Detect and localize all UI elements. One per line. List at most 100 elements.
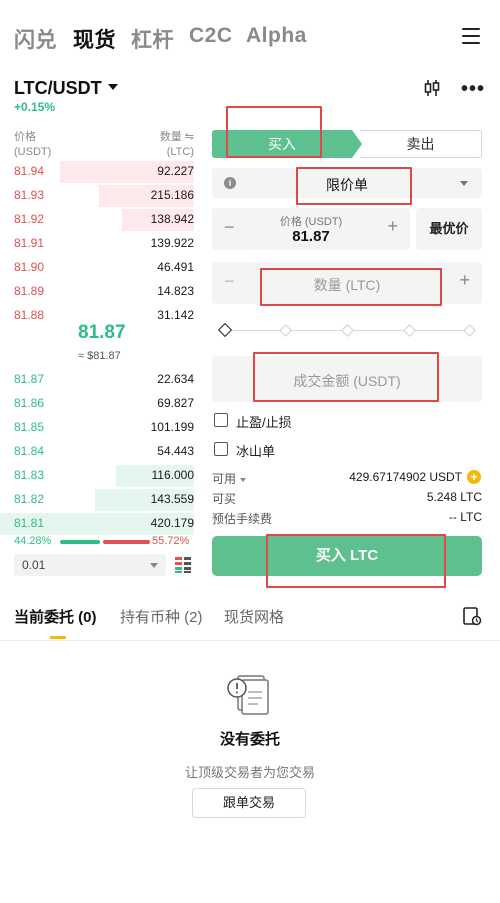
bid-price: 81.83 bbox=[14, 468, 45, 482]
mid-price: 81.87 bbox=[78, 322, 126, 343]
tab-spot[interactable]: 现货 bbox=[73, 24, 116, 54]
bid-qty: 143.559 bbox=[150, 492, 194, 506]
ask-qty: 138.942 bbox=[150, 212, 194, 226]
sell-ratio-bar bbox=[103, 540, 150, 544]
slider-mark-50[interactable] bbox=[341, 324, 354, 337]
top-nav: 闪兑 现货 杠杆 C2C Alpha bbox=[0, 0, 500, 72]
bid-qty: 101.199 bbox=[150, 420, 194, 434]
ask-price: 81.92 bbox=[14, 212, 45, 226]
bid-row[interactable]: 81.86 69.827 bbox=[0, 392, 200, 416]
tab-convert[interactable]: 闪兑 bbox=[14, 24, 57, 54]
mid-price-usd: ≈ $81.87 bbox=[78, 350, 121, 362]
bid-row[interactable]: 81.81 420.179 bbox=[0, 512, 200, 536]
tp-sl-label: 止盈/止损 bbox=[236, 415, 292, 430]
tab-spot-grid[interactable]: 现货网格 bbox=[224, 606, 284, 627]
ask-row[interactable]: 81.93 215.186 bbox=[0, 184, 200, 208]
pair-selector[interactable]: LTC/USDT bbox=[14, 78, 118, 99]
fee-label: 预估手续费 bbox=[212, 512, 273, 526]
sell-tab[interactable]: 卖出 bbox=[360, 130, 482, 158]
empty-subtitle: 让顶级交易者为您交易 bbox=[184, 765, 315, 780]
caret-down-icon bbox=[107, 84, 118, 91]
tab-c2c[interactable]: C2C bbox=[189, 24, 233, 48]
ask-row[interactable]: 81.90 46.491 bbox=[0, 256, 200, 280]
best-price-button[interactable]: 最优价 bbox=[416, 208, 482, 250]
available-value: 429.67174902 USDT bbox=[349, 470, 462, 484]
ask-price: 81.89 bbox=[14, 284, 45, 298]
price-increment-button[interactable]: + bbox=[387, 216, 398, 237]
bid-qty: 22.634 bbox=[157, 372, 194, 386]
ask-row[interactable]: 81.89 14.823 bbox=[0, 280, 200, 304]
ask-price: 81.88 bbox=[14, 308, 45, 322]
active-tab-indicator bbox=[50, 636, 66, 639]
tab-margin[interactable]: 杠杆 bbox=[131, 24, 174, 54]
buy-ratio: 44.28% bbox=[14, 535, 52, 547]
iceberg-checkbox[interactable] bbox=[214, 442, 228, 456]
bid-qty: 116.000 bbox=[151, 468, 195, 482]
order-type-select[interactable]: i 限价单 bbox=[212, 168, 482, 198]
bid-price: 81.86 bbox=[14, 396, 45, 410]
buy-ratio-bar bbox=[60, 540, 100, 544]
divider bbox=[0, 640, 500, 641]
candlestick-chart-icon[interactable] bbox=[423, 79, 441, 97]
bid-row[interactable]: 81.82 143.559 bbox=[0, 488, 200, 512]
bid-row[interactable]: 81.83 116.000 bbox=[0, 464, 200, 488]
tab-open-orders[interactable]: 当前委托 (0) bbox=[14, 606, 97, 627]
add-funds-icon[interactable]: + bbox=[467, 470, 481, 484]
iceberg-label: 冰山单 bbox=[236, 444, 276, 459]
tab-holdings[interactable]: 持有币种 (2) bbox=[120, 606, 203, 627]
total-amount-input[interactable]: 成交金额 (USDT) bbox=[212, 356, 482, 402]
menu-icon[interactable] bbox=[462, 28, 480, 44]
caret-down-icon bbox=[460, 181, 468, 186]
ask-price: 81.91 bbox=[14, 236, 45, 250]
buy-tab[interactable]: 买入 bbox=[212, 130, 352, 158]
buyable-value: 5.248 LTC bbox=[426, 490, 482, 504]
ob-qty-header[interactable]: 数量 ⇋ (LTC) bbox=[160, 130, 194, 160]
ask-price: 81.90 bbox=[14, 260, 45, 274]
price-change: +0.15% bbox=[14, 100, 56, 114]
ask-price: 81.93 bbox=[14, 188, 45, 202]
bid-qty: 420.179 bbox=[150, 516, 194, 530]
bid-price: 81.84 bbox=[14, 444, 45, 458]
bid-qty: 69.827 bbox=[157, 396, 194, 410]
precision-select[interactable]: 0.01 bbox=[14, 554, 166, 576]
ask-row[interactable]: 81.92 138.942 bbox=[0, 208, 200, 232]
slider-mark-25[interactable] bbox=[279, 324, 292, 337]
sell-ratio: 55.72% bbox=[152, 535, 190, 547]
bid-row[interactable]: 81.87 22.634 bbox=[0, 368, 200, 392]
tp-sl-checkbox[interactable] bbox=[214, 413, 228, 427]
ask-qty: 92.227 bbox=[157, 164, 194, 178]
bid-price: 81.85 bbox=[14, 420, 45, 434]
bid-row[interactable]: 81.84 54.443 bbox=[0, 440, 200, 464]
caret-down-icon bbox=[240, 477, 247, 482]
slider-handle[interactable] bbox=[217, 322, 233, 338]
tab-alpha[interactable]: Alpha bbox=[246, 24, 307, 48]
bid-price: 81.82 bbox=[14, 492, 45, 506]
caret-down-icon bbox=[150, 563, 158, 568]
empty-orders-icon bbox=[227, 675, 269, 715]
buy-ltc-button[interactable]: 买入 LTC bbox=[212, 536, 482, 576]
quantity-input[interactable]: − 数量 (LTC) + bbox=[212, 262, 482, 304]
bid-row[interactable]: 81.85 101.199 bbox=[0, 416, 200, 440]
fee-value: -- LTC bbox=[448, 510, 482, 524]
order-history-icon[interactable] bbox=[462, 606, 482, 626]
qty-increment-button[interactable]: + bbox=[459, 270, 470, 291]
slider-mark-100[interactable] bbox=[463, 324, 476, 337]
ask-row[interactable]: 81.91 139.922 bbox=[0, 232, 200, 256]
empty-title: 没有委托 bbox=[219, 731, 280, 748]
amount-slider[interactable] bbox=[217, 322, 476, 338]
ask-row[interactable]: 81.94 92.227 bbox=[0, 160, 200, 184]
ask-qty: 215.186 bbox=[150, 188, 194, 202]
buy-sell-tabs: 买入 卖出 bbox=[212, 130, 482, 158]
ask-qty: 46.491 bbox=[157, 260, 194, 274]
bid-price: 81.81 bbox=[14, 516, 45, 530]
slider-mark-75[interactable] bbox=[403, 324, 416, 337]
ask-qty: 31.142 bbox=[157, 308, 194, 322]
copy-trading-button[interactable]: 跟单交易 bbox=[192, 788, 306, 818]
available-label[interactable]: 可用 bbox=[212, 470, 247, 487]
orders-tabs: 当前委托 (0) 持有币种 (2) 现货网格 bbox=[0, 596, 500, 638]
more-icon[interactable]: ••• bbox=[461, 79, 485, 99]
bid-qty: 54.443 bbox=[157, 444, 194, 458]
price-input[interactable]: − 价格 (USDT) 81.87 + bbox=[212, 208, 410, 250]
ask-qty: 14.823 bbox=[157, 284, 194, 298]
orderbook-layout-icon[interactable] bbox=[174, 556, 192, 574]
